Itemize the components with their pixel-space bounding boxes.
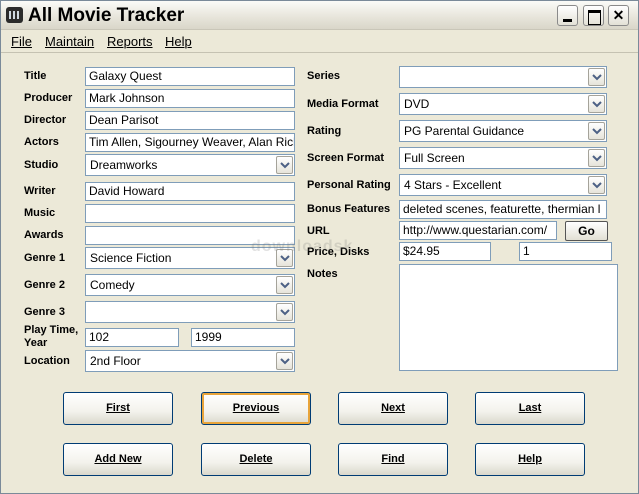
main-window: All Movie Tracker ✕ File Maintain Report… xyxy=(0,0,639,494)
director-label: Director xyxy=(24,114,67,126)
genre1-value: Science Fiction xyxy=(90,251,172,265)
menu-reports[interactable]: Reports xyxy=(107,34,153,49)
chevron-down-icon[interactable] xyxy=(276,156,293,174)
studio-value: Dreamworks xyxy=(90,158,158,172)
price-field[interactable]: $24.95 xyxy=(399,242,491,261)
screen-format-select[interactable]: Full Screen xyxy=(399,147,607,169)
media-format-select[interactable]: DVD xyxy=(399,93,607,115)
writer-field[interactable]: David Howard xyxy=(85,182,295,201)
director-field[interactable]: Dean Parisot xyxy=(85,111,295,130)
personal-rating-label: Personal Rating xyxy=(307,179,391,191)
rating-value: PG Parental Guidance xyxy=(404,124,525,138)
url-label: URL xyxy=(307,225,330,237)
music-field[interactable] xyxy=(85,204,295,223)
chevron-down-icon[interactable] xyxy=(276,303,293,321)
watermark: downloadsk xyxy=(251,238,354,255)
genre2-select[interactable]: Comedy xyxy=(85,274,295,296)
title-field[interactable]: Galaxy Quest xyxy=(85,67,295,86)
chevron-down-icon[interactable] xyxy=(588,176,605,194)
playtime-field[interactable]: 102 xyxy=(85,328,179,347)
producer-field[interactable]: Mark Johnson xyxy=(85,89,295,108)
location-label: Location xyxy=(24,355,70,367)
year-field[interactable]: 1999 xyxy=(191,328,295,347)
personal-rating-value: 4 Stars - Excellent xyxy=(404,178,502,192)
screen-format-label: Screen Format xyxy=(307,152,385,164)
series-label: Series xyxy=(307,70,341,82)
close-button[interactable]: ✕ xyxy=(608,5,629,26)
film-reel-icon xyxy=(6,7,23,23)
delete-button[interactable]: Delete xyxy=(201,443,311,476)
playtime-label-line2: Year xyxy=(24,337,48,349)
bonus-features-field[interactable]: deleted scenes, featurette, thermian l xyxy=(399,200,607,219)
genre3-select[interactable] xyxy=(85,301,295,323)
genre2-value: Comedy xyxy=(90,278,135,292)
window-title: All Movie Tracker xyxy=(28,5,185,26)
first-button[interactable]: First xyxy=(63,392,173,425)
actors-field[interactable]: Tim Allen, Sigourney Weaver, Alan Rickma… xyxy=(85,133,295,152)
location-value: 2nd Floor xyxy=(90,354,141,368)
music-label: Music xyxy=(24,207,56,219)
chevron-down-icon[interactable] xyxy=(276,352,293,370)
playtime-label-line1: Play Time, xyxy=(24,324,79,336)
menu-bar: File Maintain Reports Help xyxy=(1,31,638,53)
chevron-down-icon[interactable] xyxy=(588,95,605,113)
studio-select[interactable]: Dreamworks xyxy=(85,154,295,176)
add-new-button[interactable]: Add New xyxy=(63,443,173,476)
last-button[interactable]: Last xyxy=(475,392,585,425)
next-button[interactable]: Next xyxy=(338,392,448,425)
writer-label: Writer xyxy=(24,185,56,197)
media-format-value: DVD xyxy=(404,97,430,111)
disks-field[interactable]: 1 xyxy=(519,242,612,261)
series-select[interactable] xyxy=(399,66,607,88)
menu-help[interactable]: Help xyxy=(165,34,192,49)
notes-label: Notes xyxy=(307,268,338,280)
chevron-down-icon[interactable] xyxy=(588,122,605,140)
actors-label: Actors xyxy=(24,136,59,148)
maximize-button[interactable] xyxy=(583,5,604,26)
producer-label: Producer xyxy=(24,92,73,104)
screen-format-value: Full Screen xyxy=(404,151,465,165)
go-button[interactable]: Go xyxy=(565,221,608,241)
find-button[interactable]: Find xyxy=(338,443,448,476)
genre1-label: Genre 1 xyxy=(24,252,65,264)
rating-select[interactable]: PG Parental Guidance xyxy=(399,120,607,142)
genre2-label: Genre 2 xyxy=(24,279,65,291)
location-select[interactable]: 2nd Floor xyxy=(85,350,295,372)
url-field[interactable]: http://www.questarian.com/ xyxy=(399,221,557,240)
chevron-down-icon[interactable] xyxy=(588,68,605,86)
bonus-features-label: Bonus Features xyxy=(307,203,391,215)
awards-label: Awards xyxy=(24,229,64,241)
title-bar[interactable]: All Movie Tracker ✕ xyxy=(1,1,638,30)
rating-label: Rating xyxy=(307,125,342,137)
title-label: Title xyxy=(24,70,47,82)
genre3-label: Genre 3 xyxy=(24,306,65,318)
menu-maintain[interactable]: Maintain xyxy=(45,34,94,49)
studio-label: Studio xyxy=(24,159,59,171)
menu-file[interactable]: File xyxy=(11,34,32,49)
notes-field[interactable] xyxy=(399,264,618,371)
chevron-down-icon[interactable] xyxy=(588,149,605,167)
previous-button[interactable]: Previous xyxy=(201,392,311,425)
media-format-label: Media Format xyxy=(307,98,379,110)
minimize-button[interactable] xyxy=(557,5,578,26)
chevron-down-icon[interactable] xyxy=(276,276,293,294)
personal-rating-select[interactable]: 4 Stars - Excellent xyxy=(399,174,607,196)
help-button[interactable]: Help xyxy=(475,443,585,476)
